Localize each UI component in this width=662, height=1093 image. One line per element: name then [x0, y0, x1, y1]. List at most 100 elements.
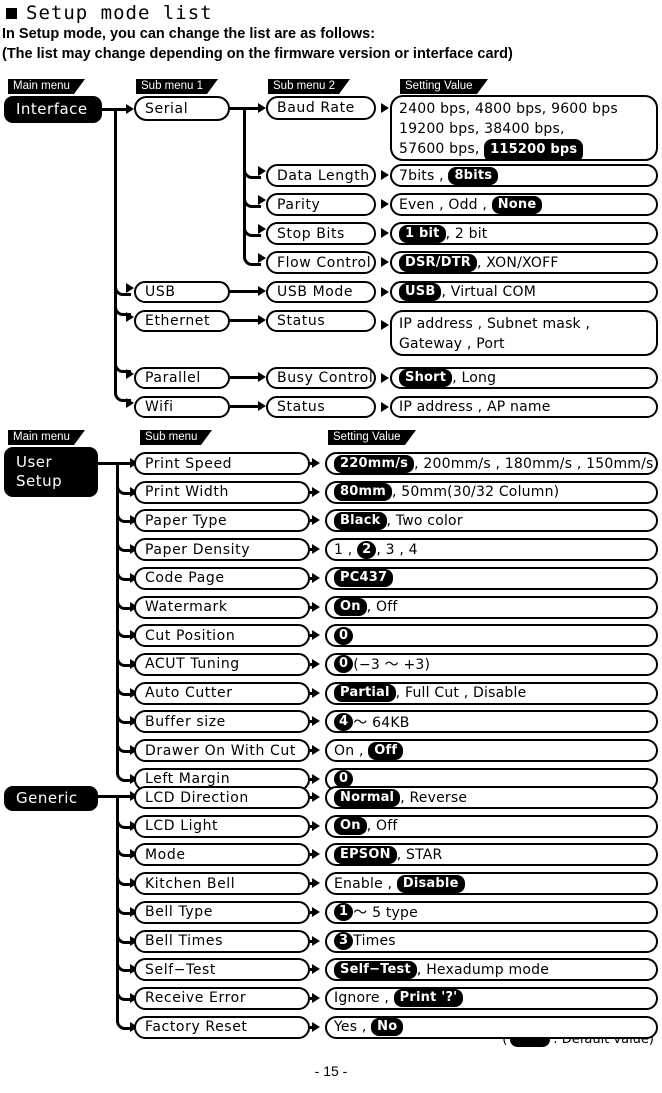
node-interface[interactable]: Interface: [4, 96, 102, 123]
value-watermark[interactable]: On, Off: [325, 595, 658, 619]
arrow-value-generic-6: [312, 964, 320, 975]
value-print-speed[interactable]: 220mm/s, 200mm/s , 180mm/s , 150mm/s: [325, 452, 658, 475]
node-bell-type[interactable]: Bell Type: [134, 900, 310, 924]
menu-label: Self−Test: [145, 961, 217, 978]
node-parity[interactable]: Parity: [266, 193, 376, 216]
value-baud-rate[interactable]: 2400 bps, 4800 bps, 9600 bps 19200 bps, …: [390, 95, 658, 161]
column-tag-main-menu-2: Main menu: [8, 430, 85, 445]
default-value-badge: Print '?': [393, 989, 464, 1008]
node-usb-mode[interactable]: USB Mode: [266, 281, 376, 303]
connector-interface-vertical-4: [114, 108, 131, 402]
menu-label: LCD Direction: [145, 789, 249, 806]
arrow-value-generic-7: [312, 992, 320, 1003]
node-lcd-direction[interactable]: LCD Direction: [134, 786, 310, 809]
node-watermark[interactable]: Watermark: [134, 595, 310, 619]
node-auto-cutter[interactable]: Auto Cutter: [134, 681, 310, 705]
node-kitchen-bell[interactable]: Kitchen Bell: [134, 872, 310, 896]
node-flow-control[interactable]: Flow Control: [266, 251, 376, 274]
default-value-badge: Self−Test: [334, 960, 417, 979]
value-bell-type[interactable]: 1 ～ 5 type: [325, 900, 658, 924]
node-factory-reset[interactable]: Factory Reset: [134, 1015, 310, 1039]
value-receive-error[interactable]: Ignore , Print '?': [325, 986, 658, 1010]
default-value-badge: 80mm: [334, 483, 392, 502]
value-parity[interactable]: Even , Odd , None: [390, 193, 658, 216]
node-buffer-size[interactable]: Buffer size: [134, 710, 310, 734]
value-suffix: , Full Cut , Disable: [395, 685, 527, 702]
node-paper-density[interactable]: Paper Density: [134, 538, 310, 562]
node-bell-times[interactable]: Bell Times: [134, 929, 310, 953]
node-user-setup[interactable]: User Setup: [4, 447, 98, 497]
page-number: - 15 -: [314, 1063, 348, 1079]
node-wifi-status[interactable]: Status: [266, 396, 376, 418]
node-acut-tuning[interactable]: ACUT Tuning: [134, 652, 310, 676]
value-prefix: Enable ,: [334, 875, 397, 892]
node-ethernet-status[interactable]: Status: [266, 310, 376, 332]
value-drawer-on-with-cut[interactable]: On , Off: [325, 739, 658, 762]
menu-label: Mode: [145, 846, 186, 863]
node-print-speed[interactable]: Print Speed: [134, 452, 310, 475]
value-buffer-size[interactable]: 4 ～ 64KB: [325, 710, 658, 734]
arrow-value-user-1: [312, 486, 320, 497]
arrow-value-user-4: [312, 572, 320, 583]
node-code-page[interactable]: Code Page: [134, 566, 310, 590]
value-usb-mode[interactable]: USB, Virtual COM: [390, 281, 658, 303]
node-wifi[interactable]: Wifi: [134, 396, 230, 418]
value-lcd-direction[interactable]: Normal, Reverse: [325, 786, 658, 809]
node-mode[interactable]: Mode: [134, 843, 310, 867]
arrow-value-data-length: [381, 170, 389, 180]
value-data-length[interactable]: 7bits , 8bits: [390, 164, 658, 187]
node-usb[interactable]: USB: [134, 281, 230, 303]
value-acut-tuning[interactable]: 0 (−3 ～ +3): [325, 652, 658, 676]
value-wifi-status[interactable]: IP address , AP name: [390, 396, 658, 418]
menu-label: Drawer On With Cut: [145, 742, 296, 759]
arrow-value-parity: [381, 199, 389, 209]
value-print-width[interactable]: 80mm, 50mm(30/32 Column): [325, 480, 658, 504]
value-stop-bits[interactable]: 1 bit, 2 bit: [390, 222, 658, 245]
default-value-badge: 3: [334, 932, 354, 950]
value-auto-cutter[interactable]: Partial, Full Cut , Disable: [325, 681, 658, 705]
value-suffix: , 3 , 4: [376, 541, 418, 558]
node-baud-rate[interactable]: Baud Rate: [266, 96, 376, 120]
value-kitchen-bell[interactable]: Enable , Disable: [325, 872, 658, 896]
value-mode[interactable]: EPSON, STAR: [325, 843, 658, 867]
value-self-test[interactable]: Self−Test, Hexadump mode: [325, 958, 658, 982]
node-busy-control[interactable]: Busy Control: [266, 367, 376, 389]
menu-label: Print Width: [145, 484, 229, 501]
value-factory-reset[interactable]: Yes , No: [325, 1015, 658, 1039]
value-suffix: Times: [353, 933, 396, 949]
node-paper-type[interactable]: Paper Type: [134, 509, 310, 533]
value-ethernet-status[interactable]: IP address , Subnet mask , Gateway , Por…: [390, 310, 658, 356]
node-stop-bits[interactable]: Stop Bits: [266, 222, 376, 245]
menu-label: Bell Times: [145, 933, 224, 949]
node-parallel[interactable]: Parallel: [134, 367, 230, 389]
menu-label: Paper Density: [145, 541, 251, 558]
value-lcd-light[interactable]: On, Off: [325, 814, 658, 838]
node-ethernet[interactable]: Ethernet: [134, 310, 230, 332]
value-busy-control[interactable]: Short, Long: [390, 367, 658, 389]
arrow-value-generic-3: [312, 878, 320, 889]
value-flow-control[interactable]: DSR/DTR, XON/XOFF: [390, 251, 658, 274]
node-data-length[interactable]: Data Length: [266, 164, 376, 187]
heading-description-line-1: In Setup mode, you can change the list a…: [2, 26, 376, 42]
value-prefix: On ,: [334, 742, 369, 759]
value-bell-times[interactable]: 3 Times: [325, 929, 658, 953]
value-paper-density[interactable]: 1 , 2, 3 , 4: [325, 538, 658, 562]
value-code-page[interactable]: PC437: [325, 566, 658, 590]
node-serial[interactable]: Serial: [134, 96, 230, 121]
value-paper-type[interactable]: Black, Two color: [325, 509, 658, 533]
page-title: Setup mode list: [26, 2, 213, 24]
menu-label: Bell Type: [145, 904, 214, 921]
connector-wifi: [230, 405, 258, 408]
arrow-value-user-8: [312, 687, 320, 698]
node-cut-position[interactable]: Cut Position: [134, 624, 310, 648]
value-cut-position[interactable]: 0: [325, 624, 658, 648]
node-drawer-on-with-cut[interactable]: Drawer On With Cut: [134, 739, 310, 762]
node-self-test[interactable]: Self−Test: [134, 958, 310, 982]
node-lcd-light[interactable]: LCD Light: [134, 814, 310, 838]
arrow-value-busy-control: [381, 373, 389, 383]
node-print-width[interactable]: Print Width: [134, 480, 310, 504]
node-generic[interactable]: Generic: [4, 786, 98, 811]
menu-label: Paper Type: [145, 512, 228, 529]
default-value-badge: 1 bit: [399, 224, 446, 243]
node-receive-error[interactable]: Receive Error: [134, 986, 310, 1010]
